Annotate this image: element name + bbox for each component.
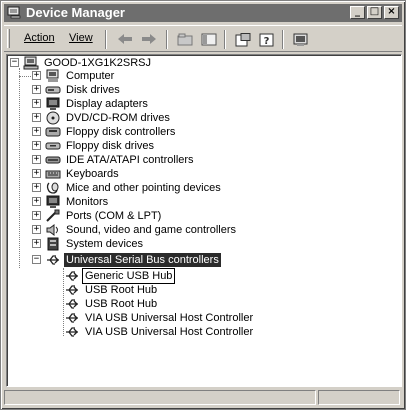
- up-folder-icon[interactable]: [174, 30, 196, 49]
- view-menu-label: View: [69, 32, 93, 44]
- usb-icon: [47, 255, 59, 265]
- computer-icon: [23, 56, 39, 70]
- expand-toggle[interactable]: +: [32, 211, 41, 220]
- device-label: VIA USB Universal Host Controller: [85, 312, 254, 324]
- action-menu-label: Action: [24, 32, 55, 44]
- expand-toggle[interactable]: +: [32, 197, 41, 206]
- cdrom-icon: [46, 111, 60, 125]
- help-icon[interactable]: ?: [256, 30, 278, 49]
- expand-toggle[interactable]: +: [32, 85, 41, 94]
- device-label: USB Root Hub: [85, 284, 158, 296]
- toolbar-grip[interactable]: [7, 29, 10, 48]
- expand-toggle[interactable]: +: [32, 183, 41, 192]
- category-label: Keyboards: [66, 168, 119, 180]
- action-menu[interactable]: Action: [24, 32, 55, 44]
- system-devices-icon: [47, 237, 59, 251]
- properties-icon[interactable]: [232, 30, 254, 49]
- tree-connector: [19, 76, 33, 77]
- category-label: Floppy disk drives: [66, 140, 155, 152]
- status-panel: [318, 390, 400, 405]
- expand-toggle[interactable]: +: [32, 225, 41, 234]
- tree-connector: [19, 68, 20, 268]
- device-label: Generic USB Hub: [81, 268, 176, 284]
- usb-icon: [66, 271, 78, 281]
- root-label: GOOD-1XG1K2SRSJ: [44, 57, 151, 69]
- scan-hardware-icon[interactable]: [290, 30, 312, 49]
- category-label: System devices: [66, 238, 144, 250]
- disk-drive-icon: [45, 86, 61, 94]
- device-label: USB Root Hub: [85, 298, 158, 310]
- maximize-button[interactable]: □: [367, 6, 382, 19]
- toolbar-separator: [282, 30, 284, 49]
- expand-toggle[interactable]: +: [32, 113, 41, 122]
- toolbar-separator: [105, 30, 107, 49]
- root-collapse-toggle[interactable]: −: [10, 58, 19, 67]
- category-label: Mice and other pointing devices: [66, 182, 221, 194]
- minimize-button[interactable]: _: [350, 6, 365, 19]
- expand-toggle[interactable]: +: [32, 127, 41, 136]
- category-label: IDE ATA/ATAPI controllers: [66, 154, 194, 166]
- category-label: Display adapters: [66, 98, 148, 110]
- show-hide-tree-icon[interactable]: [198, 30, 220, 49]
- expand-toggle[interactable]: +: [32, 71, 41, 80]
- expand-toggle[interactable]: +: [32, 99, 41, 108]
- view-menu[interactable]: View: [69, 32, 93, 44]
- mouse-icon: [46, 182, 59, 194]
- usb-icon: [66, 313, 78, 323]
- usb-icon: [66, 299, 78, 309]
- floppy-controller-icon: [45, 127, 61, 137]
- category-label: Disk drives: [66, 84, 120, 96]
- expand-toggle[interactable]: +: [32, 169, 41, 178]
- device-manager-icon: [7, 6, 21, 19]
- usb-icon: [66, 327, 78, 337]
- keyboard-icon: [45, 170, 61, 179]
- device-tree[interactable]: − GOOD-1XG1K2SRSJ + Computer + Disk driv…: [6, 54, 402, 387]
- category-label: Ports (COM & LPT): [66, 210, 162, 222]
- device-manager-window: Device Manager _ □ × Action View ? − GOO…: [0, 0, 406, 410]
- window-title: Device Manager: [26, 5, 125, 20]
- device-label: VIA USB Universal Host Controller: [85, 326, 254, 338]
- category-label: Computer: [66, 70, 115, 82]
- toolbar-separator: [224, 30, 226, 49]
- svg-text:?: ?: [264, 36, 270, 47]
- expand-toggle[interactable]: +: [32, 155, 41, 164]
- collapse-toggle[interactable]: −: [32, 255, 41, 264]
- status-bar: [4, 389, 402, 405]
- computer-icon: [46, 69, 59, 82]
- ide-controller-icon: [45, 156, 61, 164]
- expand-toggle[interactable]: +: [32, 239, 41, 248]
- floppy-drive-icon: [45, 142, 61, 150]
- expand-toggle[interactable]: +: [32, 141, 41, 150]
- back-arrow-icon[interactable]: [114, 30, 136, 49]
- close-button[interactable]: ×: [384, 6, 399, 19]
- sound-icon: [46, 224, 58, 236]
- port-icon: [46, 209, 60, 222]
- monitor-icon: [46, 195, 60, 208]
- category-label: Monitors: [66, 196, 109, 208]
- menu-toolbar: Action View ?: [4, 25, 402, 52]
- usb-icon: [66, 285, 78, 295]
- title-bar[interactable]: Device Manager _ □ ×: [4, 4, 402, 22]
- category-label: Floppy disk controllers: [66, 126, 176, 138]
- toolbar-separator: [166, 30, 168, 49]
- category-label: Sound, video and game controllers: [66, 224, 236, 236]
- forward-arrow-icon[interactable]: [138, 30, 160, 49]
- category-label: Universal Serial Bus controllers: [64, 253, 221, 267]
- category-label: DVD/CD-ROM drives: [66, 112, 170, 124]
- monitor-icon: [46, 97, 60, 110]
- status-panel: [4, 390, 316, 405]
